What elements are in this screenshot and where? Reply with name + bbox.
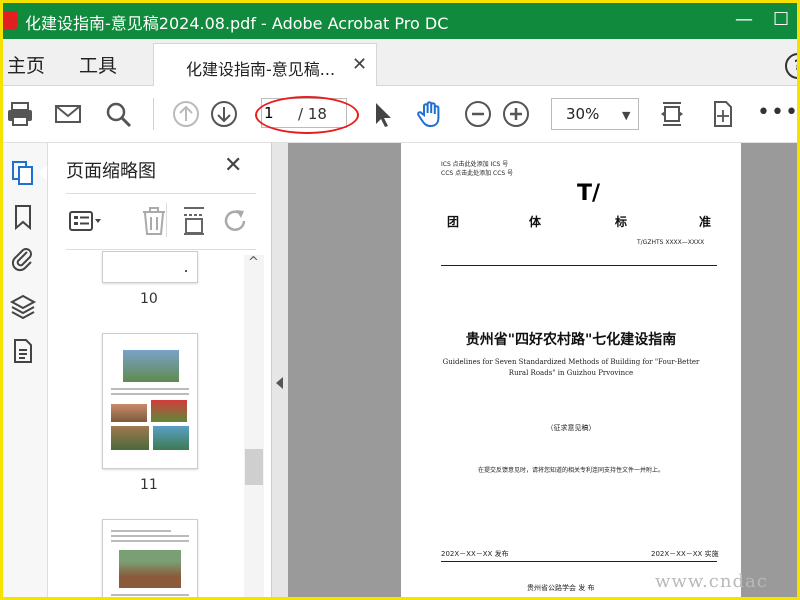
pdf-type-char: 体 xyxy=(529,215,542,229)
scroll-up-icon[interactable]: ^ xyxy=(248,255,259,270)
attachment-icon[interactable] xyxy=(9,245,37,273)
collapse-arrow-icon[interactable] xyxy=(276,377,283,389)
window-title: 化建设指南-意见稿2024.08.pdf - Adobe Acrobat Pro… xyxy=(25,14,449,33)
thumbnail-page-11[interactable] xyxy=(102,333,198,469)
pdf-title: 贵州省"四好农村路"七化建设指南 xyxy=(465,332,677,348)
thumbnail-photo xyxy=(111,426,149,450)
thumbnail-text-line xyxy=(111,393,189,395)
next-page-icon[interactable] xyxy=(209,99,239,129)
thumbnail-label: 10 xyxy=(140,291,158,307)
pdf-patent-note: 在提交反馈意见时，请将您知道的相关专利连同支持性文件一并附上。 xyxy=(477,467,664,474)
thumbnail-photo xyxy=(151,400,187,422)
panel-collapse-bar[interactable] xyxy=(271,143,288,597)
insert-page-icon[interactable] xyxy=(176,205,212,237)
tab-document[interactable]: 化建设指南-意见稿... ✕ xyxy=(153,43,377,87)
pdf-standard-number: T/GZHTS XXXX—XXXX xyxy=(637,239,705,246)
left-navigation-rail xyxy=(3,143,48,597)
app-window: 化建设指南-意见稿2024.08.pdf - Adobe Acrobat Pro… xyxy=(0,0,800,600)
pdf-ics-line: ICS 点击此处添加 ICS 号 xyxy=(441,161,509,168)
thumbnail-photo xyxy=(153,426,189,450)
pdf-rule xyxy=(441,561,717,562)
page-thumbnails-icon[interactable] xyxy=(9,159,37,187)
zoom-out-icon[interactable] xyxy=(463,99,493,129)
pdf-type-char: 团 xyxy=(447,215,460,229)
panel-divider xyxy=(66,249,256,250)
pdf-implementation-date: 202X－XX－XX 实施 xyxy=(651,550,719,558)
panel-divider xyxy=(66,193,256,194)
delete-icon[interactable] xyxy=(136,205,172,237)
thumbnail-options-icon[interactable] xyxy=(68,205,104,237)
toolbar-divider xyxy=(153,98,154,130)
pdf-release-date: 202X－XX－XX 发布 xyxy=(441,550,509,558)
pdf-ccs-line: CCS 点击此处添加 CCS 号 xyxy=(441,170,514,177)
zoom-dropdown[interactable]: 30% ▼ xyxy=(551,98,639,130)
tab-close-icon[interactable]: ✕ xyxy=(352,54,367,75)
pdf-issuer: 贵州省公路学会 发 布 xyxy=(527,584,595,592)
title-bar: 化建设指南-意见稿2024.08.pdf - Adobe Acrobat Pro… xyxy=(3,3,797,39)
thumbnails-scrollbar[interactable] xyxy=(244,255,264,597)
fit-page-icon[interactable] xyxy=(657,99,687,129)
tab-home[interactable]: 主页 xyxy=(7,51,45,78)
acrobat-logo-icon xyxy=(3,11,17,29)
pdf-subtitle: Guidelines for Seven Standardized Method… xyxy=(442,358,700,377)
maximize-button[interactable]: ☐ xyxy=(773,9,789,30)
site-watermark: www.cndac xyxy=(655,571,768,592)
thumbnails-panel: 页面缩略图 ✕ 10 11 ^ xyxy=(48,143,271,597)
more-tools-icon[interactable]: ••• xyxy=(757,100,797,125)
thumbnail-text-line xyxy=(111,540,189,542)
scrollbar-thumb[interactable] xyxy=(245,449,263,485)
pdf-page: ICS 点击此处添加 ICS 号 CCS 点击此处添加 CCS 号 T/ 团 体… xyxy=(401,143,741,597)
annotation-oval xyxy=(255,96,359,134)
previous-page-icon[interactable] xyxy=(171,99,201,129)
thumbnail-photo xyxy=(111,404,147,422)
help-icon[interactable]: ? xyxy=(785,53,797,79)
zoom-value: 30% xyxy=(566,105,600,123)
minimize-button[interactable]: — xyxy=(735,9,753,30)
chevron-down-icon: ▼ xyxy=(622,109,631,122)
print-icon[interactable] xyxy=(5,99,35,129)
document-properties-icon[interactable] xyxy=(9,337,37,365)
thumbnail-photo xyxy=(119,550,181,588)
pdf-draft-label: （征求意见稿） xyxy=(546,424,596,432)
thumbnail-text-line xyxy=(111,388,189,390)
page-mark xyxy=(185,270,187,272)
close-panel-icon[interactable]: ✕ xyxy=(224,153,242,178)
thumbnail-text-line xyxy=(111,594,189,596)
hand-tool-icon[interactable] xyxy=(415,99,445,129)
pdf-type-char: 准 xyxy=(699,215,712,229)
tab-tools[interactable]: 工具 xyxy=(79,51,117,78)
active-panel-indicator xyxy=(39,165,47,181)
thumbnail-page-12[interactable] xyxy=(102,519,198,597)
tab-document-label: 化建设指南-意见稿... xyxy=(186,60,336,79)
pdf-type-char: 标 xyxy=(615,215,628,229)
mail-icon[interactable] xyxy=(53,99,83,129)
thumbnail-photo xyxy=(123,350,179,382)
pdf-rule xyxy=(441,265,717,266)
search-icon[interactable] xyxy=(103,99,133,129)
document-viewport[interactable]: ICS 点击此处添加 ICS 号 CCS 点击此处添加 CCS 号 T/ 团 体… xyxy=(288,143,797,597)
zoom-in-icon[interactable] xyxy=(501,99,531,129)
rotate-icon[interactable] xyxy=(218,205,254,237)
thumbnail-text-line xyxy=(111,530,171,532)
thumbnail-page-10[interactable] xyxy=(102,251,198,283)
thumbnail-text-line xyxy=(111,535,189,537)
full-screen-icon[interactable] xyxy=(707,99,737,129)
bookmark-icon[interactable] xyxy=(9,203,37,231)
pdf-standard-logo: T/ xyxy=(577,181,601,206)
thumbnails-title: 页面缩略图 xyxy=(66,161,156,182)
select-cursor-icon[interactable] xyxy=(367,99,397,129)
main-toolbar: / 18 30% ▼ ••• xyxy=(3,86,797,143)
layers-icon[interactable] xyxy=(9,293,37,321)
tab-bar: 主页 工具 化建设指南-意见稿... ✕ ? xyxy=(3,39,797,87)
thumbnail-label: 11 xyxy=(140,477,158,493)
